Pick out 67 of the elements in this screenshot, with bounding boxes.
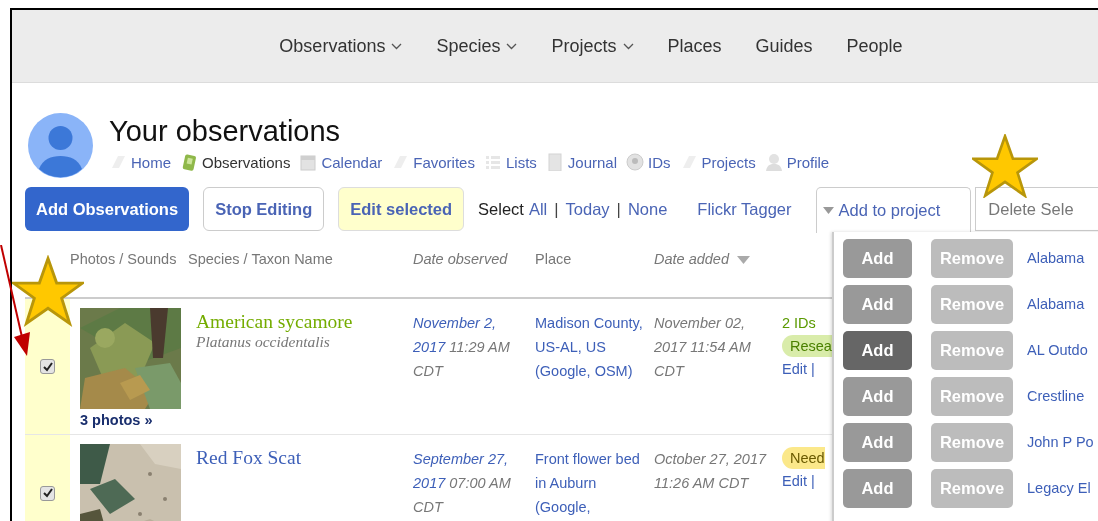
species-name[interactable]: Red Fox Scat (196, 447, 407, 469)
project-link[interactable]: Alabama (1027, 296, 1085, 312)
badge-icon (626, 153, 644, 171)
chevron-icon (622, 42, 634, 50)
profile-link[interactable]: Observations (202, 153, 291, 171)
column-header[interactable]: Place (535, 247, 572, 271)
profile-link[interactable]: Profile (786, 153, 830, 171)
nav-link[interactable]: People (846, 35, 903, 57)
separator: | (616, 199, 621, 219)
checkbox[interactable] (40, 485, 55, 501)
select-link[interactable]: Today (565, 199, 610, 219)
page-title: Your observations (109, 114, 342, 149)
caret-icon (822, 207, 834, 214)
column-header[interactable]: Date added (654, 247, 750, 271)
profile-link[interactable]: Home (131, 153, 171, 171)
add-button[interactable]: Add (843, 330, 912, 370)
date-added: November 02, 2017 11:54 AM CDT (654, 315, 751, 379)
select-link[interactable]: None (627, 199, 668, 219)
checkbox[interactable] (40, 359, 55, 374)
profile-link[interactable]: Lists (505, 153, 537, 171)
column-header[interactable]: Photos / Sounds (70, 247, 177, 271)
chevron-icon (391, 42, 403, 50)
add-observations-button[interactable]: Add Observations (25, 187, 190, 231)
edit-link[interactable]: Edit | (782, 357, 815, 381)
date-observed[interactable]: September 27, 2017 07:00 AM CDT (413, 447, 531, 519)
stop-editing-button[interactable]: Stop Editing (203, 187, 325, 231)
nav-link[interactable]: Species (436, 35, 518, 57)
nav-link[interactable]: Projects (551, 35, 634, 57)
profile-link[interactable]: Projects (701, 153, 756, 171)
nav-link[interactable]: Places (667, 35, 722, 57)
date-observed[interactable]: November 2, 2017 11:29 AM CDT (413, 311, 531, 383)
flickr-tagger-link[interactable]: Flickr Tagger (697, 199, 792, 219)
document-icon (545, 153, 564, 171)
profile-link[interactable]: IDs (648, 153, 671, 171)
date-added: October 27, 2017 11:26 AM CDT (654, 451, 767, 491)
list-icon (483, 153, 502, 171)
calendar-icon (299, 153, 318, 171)
star-annotation (972, 134, 1038, 198)
quality-badge: Resea (782, 335, 832, 357)
person-icon (764, 153, 783, 171)
nav-link[interactable]: Observations (279, 35, 403, 57)
place-text[interactable]: Front flower bed in Auburn (Google, (535, 447, 650, 519)
project-link[interactable]: Legacy El (1027, 480, 1091, 496)
nav-link[interactable]: Guides (755, 35, 813, 57)
notebook-icon (180, 153, 198, 171)
edit-link[interactable]: Edit | (782, 469, 815, 493)
profile-link[interactable]: Journal (567, 153, 617, 171)
separator: | (554, 199, 559, 219)
ids-link[interactable]: 2 IDs (782, 311, 816, 335)
place-text[interactable]: Madison County, US-AL, US (Google, OSM) (535, 311, 650, 383)
quality-badge: Need (782, 447, 825, 469)
scientific-name: Platanus occidentalis (196, 333, 331, 351)
project-link[interactable]: John P Po (1027, 434, 1094, 450)
select-link[interactable]: All (528, 199, 548, 219)
project-link[interactable]: AL Outdo (1027, 342, 1088, 358)
project-link[interactable]: Alabama (1027, 250, 1085, 266)
avatar-icon (28, 113, 93, 178)
chevron-icon (506, 42, 518, 50)
edit-selected-button[interactable]: Edit selected (338, 187, 465, 231)
column-header[interactable]: Species / Taxon Name (188, 247, 333, 271)
project-link[interactable]: Crestline (1027, 388, 1085, 404)
profile-link[interactable]: Favorites (413, 153, 475, 171)
column-header[interactable]: Date observed (413, 247, 508, 271)
photos-link[interactable]: 3 photos » (80, 412, 188, 428)
profile-link[interactable]: Calendar (321, 153, 383, 171)
sort-icon (737, 256, 750, 264)
select-label: Select (478, 199, 524, 219)
